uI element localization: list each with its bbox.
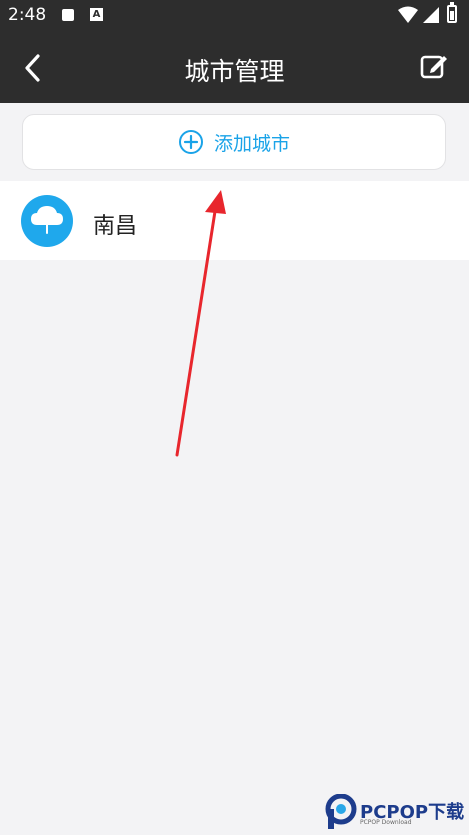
add-city-label: 添加城市: [213, 132, 290, 155]
signal-icon: [423, 7, 439, 23]
city-list-item[interactable]: 南昌: [0, 181, 469, 260]
add-city-button[interactable]: 添加城市: [22, 114, 446, 170]
title-bar: 城市管理: [0, 32, 469, 103]
a-icon: A: [90, 8, 103, 21]
watermark: PCPOP下载 PCPOP Download: [322, 792, 467, 832]
status-time: 2:48: [8, 5, 47, 25]
status-bar: 2:48 A: [0, 0, 469, 32]
cloud-rain-icon: [21, 195, 73, 247]
watermark-subtext: PCPOP Download: [360, 819, 412, 826]
plus-circle-icon: [178, 130, 203, 154]
city-name: 南昌: [93, 214, 138, 239]
battery-icon: [447, 2, 457, 23]
page-title: 城市管理: [184, 57, 285, 86]
notification-square-icon: [62, 9, 74, 21]
pcpop-logo-icon: [325, 794, 357, 829]
edit-button[interactable]: [418, 50, 452, 84]
wifi-icon: [398, 6, 418, 23]
edit-icon: [420, 55, 447, 79]
